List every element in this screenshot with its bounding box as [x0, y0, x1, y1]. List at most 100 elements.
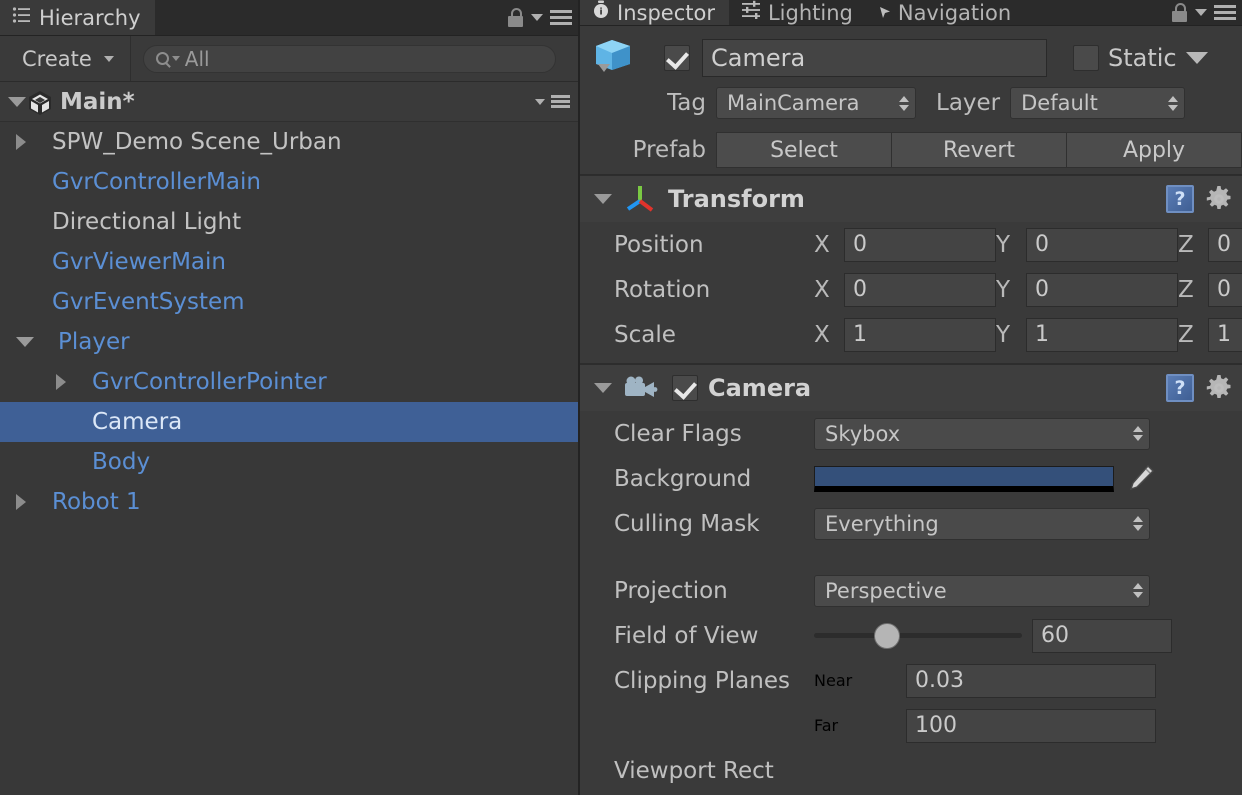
tab-hierarchy[interactable]: Hierarchy — [0, 0, 155, 35]
position-x-input[interactable]: 0 — [844, 227, 996, 262]
triangle-expanded-icon[interactable] — [594, 194, 612, 204]
culling-mask-dropdown[interactable]: Everything — [814, 507, 1150, 540]
component-enabled-checkbox[interactable] — [672, 375, 698, 401]
triangle-collapsed-icon[interactable] — [16, 134, 26, 150]
triangle-collapsed-icon[interactable] — [56, 374, 66, 390]
help-book-icon[interactable]: ? — [1166, 185, 1194, 213]
gameobject-name-field[interactable]: Camera — [702, 39, 1047, 77]
tab-navigation[interactable]: Navigation — [867, 0, 1025, 25]
fov-input[interactable]: 60 — [1032, 618, 1172, 653]
projection-dropdown[interactable]: Perspective — [814, 574, 1150, 607]
create-button-label: Create — [22, 46, 92, 71]
hierarchy-panel: Hierarchy Create All Main* SPW_Demo Scen… — [0, 0, 580, 795]
unity-editor-window: Hierarchy Create All Main* SPW_Demo Scen… — [0, 0, 1242, 795]
component-header-camera[interactable]: Camera? — [580, 365, 1242, 411]
layer-dropdown[interactable]: Default — [1010, 87, 1186, 119]
gear-icon[interactable] — [1206, 375, 1232, 401]
dropdown-value: Everything — [825, 511, 939, 536]
clipping-far-input[interactable]: 100 — [906, 708, 1156, 743]
hamburger-menu-icon[interactable] — [550, 10, 572, 25]
scale-x-input[interactable]: 1 — [844, 317, 996, 352]
hierarchy-tabbar-controls — [507, 0, 578, 35]
axis-label-y: Y — [996, 231, 1011, 258]
triangle-expanded-icon[interactable] — [16, 337, 34, 347]
scene-row[interactable]: Main* — [0, 82, 578, 122]
hierarchy-node-label: GvrControllerPointer — [92, 369, 327, 395]
chevron-down-icon[interactable] — [535, 98, 545, 105]
axis-label-z: Z — [1178, 231, 1194, 258]
hierarchy-node-gvrcontrollermain[interactable]: GvrControllerMain — [0, 162, 578, 202]
search-icon — [155, 52, 169, 65]
prefab-select-button[interactable]: Select — [716, 132, 892, 168]
slider-knob[interactable] — [874, 622, 901, 649]
tag-value: MainCamera — [727, 91, 860, 115]
gameobject-cube-icon[interactable] — [596, 36, 652, 80]
triangle-expanded-icon[interactable] — [594, 383, 612, 393]
chevron-down-icon[interactable] — [1195, 9, 1207, 16]
chevron-down-icon — [103, 55, 114, 62]
clear-flags-dropdown[interactable]: Skybox — [814, 417, 1150, 450]
hierarchy-node-spw-demo-scene-urban[interactable]: SPW_Demo Scene_Urban — [0, 122, 578, 162]
component-camera: Camera? Clear Flags Skybox Background Cullin… — [580, 364, 1242, 795]
hierarchy-node-gvrviewermain[interactable]: GvrViewerMain — [0, 242, 578, 282]
tab-inspector-label: Inspector — [617, 0, 715, 25]
hierarchy-node-directional-light[interactable]: Directional Light — [0, 202, 578, 242]
lock-open-icon[interactable] — [507, 8, 524, 27]
dropdown-value: Skybox — [825, 421, 901, 446]
triangle-collapsed-icon[interactable] — [16, 494, 26, 510]
stepper-arrows-icon — [1156, 95, 1179, 111]
chevron-down-icon[interactable] — [1185, 52, 1208, 64]
property-row-field-of-view: Field of View 60 — [580, 613, 1242, 658]
property-label: Viewport Rect — [614, 757, 774, 784]
position-y-input[interactable]: 0 — [1026, 227, 1178, 262]
prefab-revert-button[interactable]: Revert — [892, 132, 1067, 168]
clipping-near-input[interactable]: 0.03 — [906, 663, 1156, 698]
fov-slider[interactable] — [814, 619, 1022, 653]
background-color-swatch[interactable] — [814, 465, 1114, 492]
gameobject-name-value: Camera — [711, 44, 806, 72]
rotation-y-input[interactable]: 0 — [1026, 272, 1178, 307]
triangle-expanded-icon[interactable] — [8, 96, 26, 107]
create-button[interactable]: Create — [0, 36, 131, 81]
lock-open-icon[interactable] — [1171, 3, 1188, 22]
tab-inspector[interactable]: i Inspector — [580, 0, 729, 25]
scale-y-input[interactable]: 1 — [1026, 317, 1178, 352]
prefab-apply-button[interactable]: Apply — [1067, 132, 1242, 168]
hierarchy-node-label: GvrEventSystem — [52, 289, 245, 315]
eyedropper-icon[interactable] — [1120, 464, 1156, 494]
gameobject-enabled-checkbox[interactable] — [664, 45, 690, 71]
component-transform: Transform? Position X 0 Y 0 Z 0 Rotation X 0 Y 0 Z 0 Sc… — [580, 175, 1242, 364]
property-label: Rotation — [614, 276, 711, 303]
hierarchy-node-body[interactable]: Body — [0, 442, 578, 482]
hierarchy-node-label: GvrControllerMain — [52, 169, 261, 195]
search-input-value: All — [184, 46, 210, 71]
component-header-transform[interactable]: Transform? — [580, 176, 1242, 222]
help-book-icon[interactable]: ? — [1166, 374, 1194, 402]
property-label: Projection — [614, 577, 728, 604]
search-input[interactable]: All — [142, 44, 556, 73]
hierarchy-node-player[interactable]: Player — [0, 322, 578, 362]
tab-lighting[interactable]: Lighting — [729, 0, 867, 25]
component-title: Camera — [708, 374, 812, 402]
property-label: Scale — [614, 321, 676, 348]
component-title: Transform — [668, 185, 805, 213]
static-checkbox[interactable] — [1073, 45, 1099, 71]
hamburger-menu-icon[interactable] — [551, 95, 570, 108]
scene-name: Main* — [60, 88, 135, 115]
property-row-position: Position X 0 Y 0 Z 0 — [580, 222, 1242, 267]
property-label: Clipping Planes — [614, 667, 790, 694]
rotation-x-input[interactable]: 0 — [844, 272, 996, 307]
hierarchy-node-camera[interactable]: Camera — [0, 402, 578, 442]
hamburger-menu-icon[interactable] — [1214, 5, 1236, 20]
position-z-input[interactable]: 0 — [1208, 227, 1242, 262]
scale-z-input[interactable]: 1 — [1208, 317, 1242, 352]
rotation-z-input[interactable]: 0 — [1208, 272, 1242, 307]
gear-icon[interactable] — [1206, 186, 1232, 212]
scene-row-controls — [535, 95, 570, 108]
property-row-rotation: Rotation X 0 Y 0 Z 0 — [580, 267, 1242, 312]
hierarchy-node-robot-1[interactable]: Robot 1 — [0, 482, 578, 522]
chevron-down-icon[interactable] — [531, 14, 543, 21]
hierarchy-node-gvrcontrollerpointer[interactable]: GvrControllerPointer — [0, 362, 578, 402]
hierarchy-node-gvreventsystem[interactable]: GvrEventSystem — [0, 282, 578, 322]
tag-dropdown[interactable]: MainCamera — [716, 87, 916, 119]
